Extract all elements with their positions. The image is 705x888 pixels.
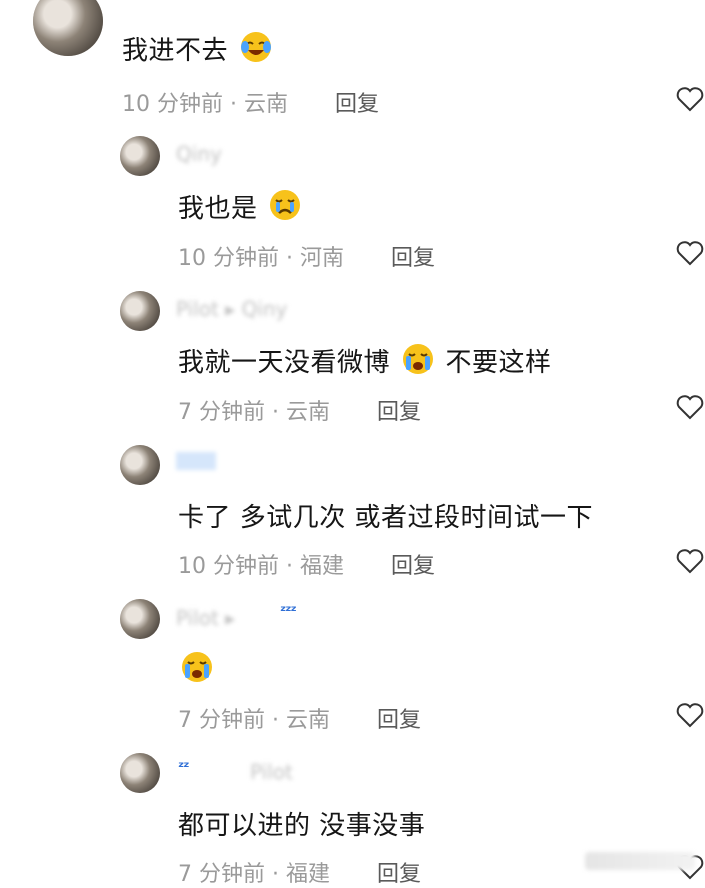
reply-button[interactable]: 回复 bbox=[377, 856, 421, 888]
comment-text: 都可以进的 没事没事 bbox=[178, 811, 426, 841]
loudly-crying-face-emoji bbox=[402, 344, 433, 374]
comment-text: 我就一天没看微博 不要这样 bbox=[178, 342, 552, 379]
crying-face-emoji bbox=[270, 190, 301, 220]
username[interactable] bbox=[176, 452, 216, 470]
avatar[interactable] bbox=[120, 445, 160, 485]
comment-text bbox=[178, 650, 216, 686]
zzz-icon: ᶻᶻᶻ bbox=[280, 602, 297, 620]
comment-meta: 10 分钟前 · 福建 bbox=[178, 554, 344, 579]
reply-button[interactable]: 回复 bbox=[335, 86, 379, 118]
username[interactable]: Pilot ▸ Qiny bbox=[176, 297, 287, 321]
comment-meta: 7 分钟前 · 福建 bbox=[178, 862, 330, 887]
username[interactable]: Pilot bbox=[250, 760, 293, 784]
heart-outline-icon[interactable] bbox=[675, 546, 705, 576]
username[interactable]: Pilot ▸ bbox=[176, 606, 235, 630]
reply-button[interactable]: 回复 bbox=[377, 394, 421, 426]
comment-text: 卡了 多试几次 或者过段时间试一下 bbox=[178, 503, 594, 533]
zzz-icon: ᶻᶻ bbox=[178, 758, 189, 776]
reply-button[interactable]: 回复 bbox=[391, 240, 435, 272]
username[interactable]: Qiny bbox=[176, 142, 222, 166]
comment-meta: 10 分钟前 · 云南 bbox=[122, 92, 288, 117]
reply-button[interactable]: 回复 bbox=[377, 702, 421, 734]
comment-meta: 7 分钟前 · 云南 bbox=[178, 708, 330, 733]
heart-outline-icon[interactable] bbox=[675, 700, 705, 730]
avatar[interactable] bbox=[120, 599, 160, 639]
heart-outline-icon[interactable] bbox=[675, 392, 705, 422]
comment-text: 我也是 bbox=[178, 188, 304, 225]
avatar[interactable] bbox=[120, 753, 160, 793]
heart-outline-icon[interactable] bbox=[675, 84, 705, 114]
watermark bbox=[585, 852, 695, 870]
avatar[interactable] bbox=[33, 0, 103, 56]
face-with-tears-emoji bbox=[240, 32, 271, 62]
heart-outline-icon[interactable] bbox=[675, 238, 705, 268]
comment-meta: 10 分钟前 · 河南 bbox=[178, 246, 344, 271]
loudly-crying-face-emoji bbox=[182, 652, 212, 682]
comment-text: 我进不去 bbox=[122, 30, 275, 67]
avatar[interactable] bbox=[120, 136, 160, 176]
comment-meta: 7 分钟前 · 云南 bbox=[178, 400, 330, 425]
reply-button[interactable]: 回复 bbox=[391, 548, 435, 580]
avatar[interactable] bbox=[120, 291, 160, 331]
